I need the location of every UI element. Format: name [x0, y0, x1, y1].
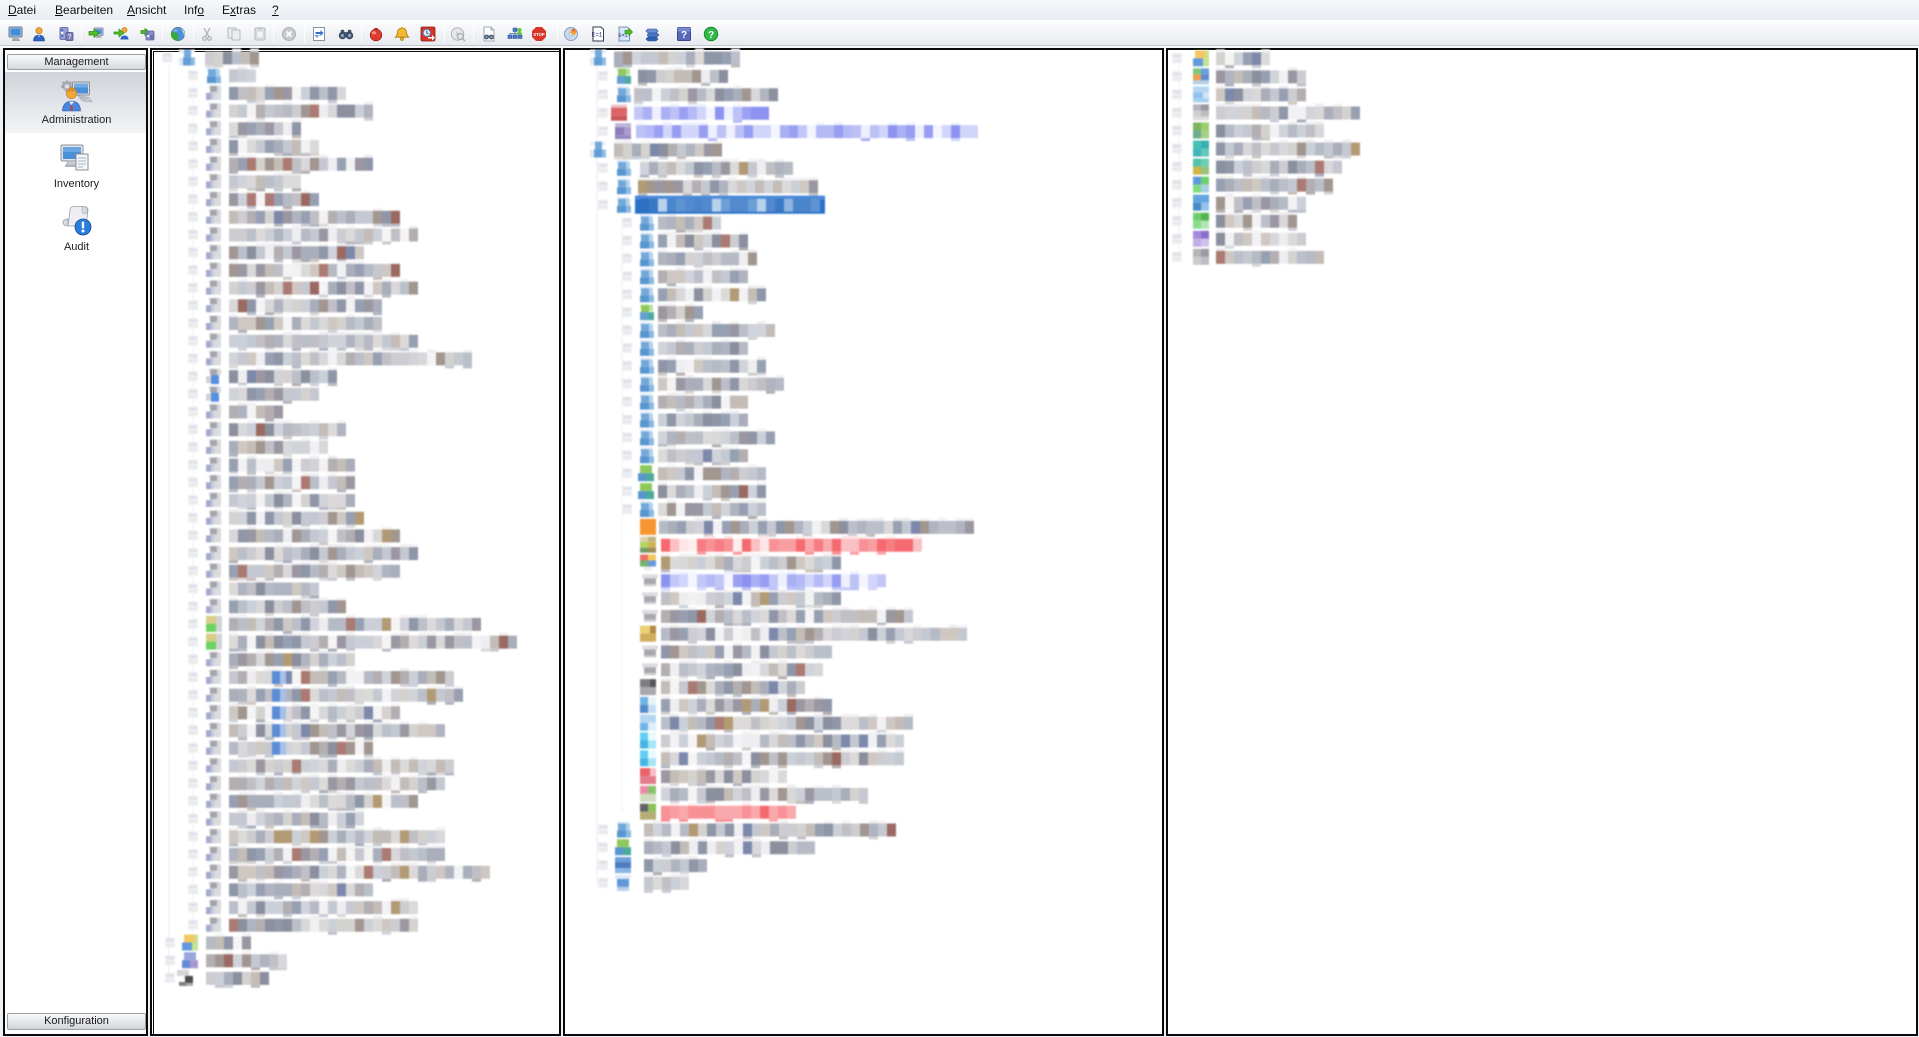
svg-text:?: ? [681, 30, 687, 41]
svg-text:STOP: STOP [533, 32, 545, 37]
svg-text:?: ? [708, 30, 714, 41]
svg-text:E=1: E=1 [618, 33, 627, 39]
svg-text:?: ? [68, 34, 72, 41]
svg-text:E=1: E=1 [592, 32, 603, 39]
